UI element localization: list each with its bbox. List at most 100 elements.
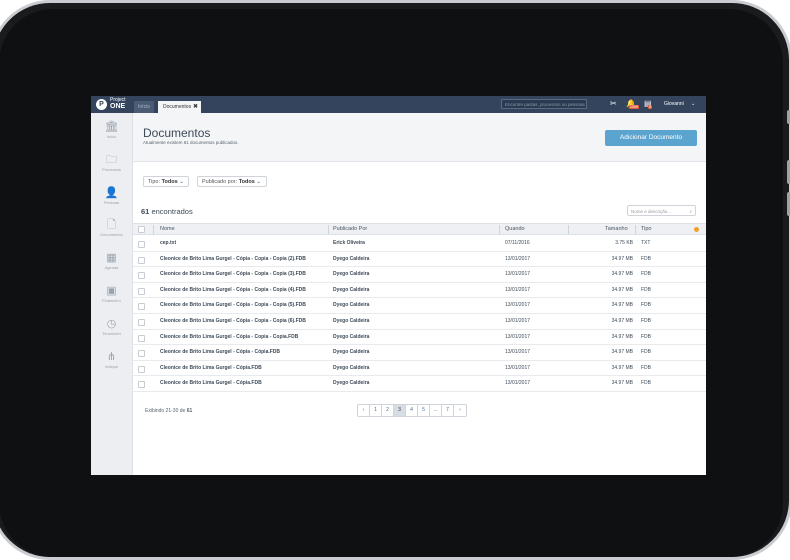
cell-name[interactable]: Cleonice de Brito Lima Gurgel - Cópia - … bbox=[160, 330, 298, 345]
cell-when: 13/01/2017 bbox=[505, 318, 531, 324]
published-by-filter-select[interactable]: Publicado por: Todos ⌄ bbox=[197, 176, 267, 187]
pagination-page-button[interactable]: 5 bbox=[418, 405, 430, 416]
sidebar-item-label: Agenda bbox=[104, 265, 119, 270]
sidebar-item-processos[interactable]: 🗀 Processos bbox=[91, 154, 132, 172]
table-row[interactable]: Cleonice de Brito Lima Gurgel - Cópia - … bbox=[133, 252, 706, 268]
cell-when: 13/01/2017 bbox=[505, 349, 531, 356]
cell-published-by: Dyego Caldeira bbox=[333, 364, 370, 371]
messages-badge: 8 bbox=[648, 105, 652, 109]
table-row[interactable]: Cleonice de Brito Lima Gurgel - Cópia - … bbox=[133, 314, 706, 330]
row-checkbox[interactable] bbox=[138, 365, 145, 373]
user-menu[interactable]: Giovanni ⌄ bbox=[664, 100, 695, 108]
cell-name[interactable]: cep.txt bbox=[160, 236, 176, 251]
sidebar-item-label: Pessoas bbox=[103, 200, 120, 205]
table-row[interactable]: Cleonice de Brito Lima Gurgel - Cópia - … bbox=[133, 283, 706, 299]
description-search-placeholder: Nome e descrição... bbox=[631, 209, 672, 214]
cell-type: FDB bbox=[641, 380, 651, 387]
pagination-prev-button[interactable]: ‹ bbox=[358, 405, 370, 416]
sidebar-item-documentos[interactable]: 🗋 Documentos bbox=[91, 219, 132, 237]
table-row[interactable]: Cleonice de Brito Lima Gurgel - Cópia.FD… bbox=[133, 361, 706, 377]
description-search-input[interactable]: Nome e descrição... ⌕ bbox=[627, 205, 696, 216]
table-row[interactable]: Cleonice de Brito Lima Gurgel - Cópia - … bbox=[133, 345, 706, 361]
cell-size: 34.97 MB bbox=[611, 318, 633, 324]
sidebar-item-indique[interactable]: ⋔ Indique bbox=[91, 351, 132, 369]
cell-name[interactable]: Cleonice de Brito Lima Gurgel - Cópia.FD… bbox=[160, 376, 262, 391]
pagination-page-button[interactable]: 4 bbox=[406, 405, 418, 416]
table-row[interactable]: cep.txt Erick Oliveira 07/11/2016 3.75 KB TX… bbox=[133, 236, 706, 252]
cell-when: 13/01/2017 bbox=[505, 255, 531, 262]
cell-published-by: Dyego Caldeira bbox=[333, 318, 370, 324]
column-header-publicado-por[interactable]: Publicado Por bbox=[333, 224, 367, 235]
share-icon: ⋔ bbox=[106, 351, 117, 363]
sidebar-item-label: Início bbox=[106, 134, 117, 139]
cell-name[interactable]: Cleonice de Brito Lima Gurgel - Cópia.FD… bbox=[160, 361, 262, 376]
cell-name[interactable]: Cleonice de Brito Lima Gurgel - Cópia - … bbox=[160, 267, 306, 282]
sidebar: 🏛 Início 🗀 Processos 👤 Pessoas 🗋 Documen… bbox=[91, 113, 133, 475]
sidebar-item-inicio[interactable]: 🏛 Início bbox=[91, 121, 132, 139]
cell-type: FDB bbox=[641, 364, 651, 371]
column-header-tipo[interactable]: Tipo bbox=[641, 224, 652, 235]
close-icon[interactable]: ✖ bbox=[193, 101, 198, 113]
row-checkbox[interactable] bbox=[138, 241, 145, 248]
pagination-next-button[interactable]: › bbox=[454, 405, 466, 416]
cell-published-by: Dyego Caldeira bbox=[333, 349, 370, 356]
cell-size: 34.97 MB bbox=[611, 286, 633, 293]
cell-name[interactable]: Cleonice de Brito Lima Gurgel - Cópia - … bbox=[160, 314, 306, 329]
sidebar-item-pessoas[interactable]: 👤 Pessoas bbox=[91, 187, 132, 205]
cell-name[interactable]: Cleonice de Brito Lima Gurgel - Cópia - … bbox=[160, 298, 306, 313]
cell-size: 34.97 MB bbox=[611, 364, 633, 371]
table-row[interactable]: Cleonice de Brito Lima Gurgel - Cópia - … bbox=[133, 330, 706, 346]
tab-home[interactable]: Início bbox=[134, 101, 154, 113]
chevron-down-icon: ⌄ bbox=[691, 101, 696, 107]
top-bar: P Project ONE Início Documentos ✖ Encont… bbox=[91, 96, 706, 113]
cell-name[interactable]: Cleonice de Brito Lima Gurgel - Cópia - … bbox=[160, 252, 306, 267]
row-checkbox[interactable] bbox=[138, 381, 145, 389]
table-row[interactable]: Cleonice de Brito Lima Gurgel - Cópia - … bbox=[133, 267, 706, 283]
add-document-button[interactable]: Adicionar Documento bbox=[605, 130, 697, 146]
logo-icon: P bbox=[96, 98, 107, 110]
sidebar-item-agenda[interactable]: ▦ Agenda bbox=[91, 252, 132, 270]
cell-size: 3.75 KB bbox=[615, 240, 633, 246]
row-checkbox[interactable] bbox=[138, 303, 145, 311]
published-by-filter-label: Publicado por: bbox=[202, 179, 238, 185]
column-header-tamanho[interactable]: Tamanho bbox=[605, 224, 628, 235]
scissors-icon[interactable]: ✂ bbox=[610, 99, 617, 109]
row-checkbox[interactable] bbox=[138, 319, 145, 326]
cell-published-by: Dyego Caldeira bbox=[333, 271, 370, 278]
pagination-page-button[interactable]: ... bbox=[430, 405, 442, 416]
cell-size: 34.97 MB bbox=[611, 349, 633, 356]
pagination-page-button[interactable]: 1 bbox=[370, 405, 382, 416]
cell-name[interactable]: Cleonice de Brito Lima Gurgel - Cópia - … bbox=[160, 345, 280, 360]
select-all-checkbox[interactable] bbox=[138, 226, 145, 233]
app-screen: P Project ONE Início Documentos ✖ Encont… bbox=[91, 96, 706, 475]
page-title: Documentos bbox=[143, 126, 211, 140]
clock-icon: ◷ bbox=[106, 318, 117, 330]
money-icon: ▣ bbox=[106, 285, 117, 297]
pagination-page-button[interactable]: 7 bbox=[442, 405, 454, 416]
row-checkbox[interactable] bbox=[138, 334, 145, 342]
sidebar-item-financeiro[interactable]: ▣ Financeiro bbox=[91, 285, 132, 303]
column-header-quando[interactable]: Quando bbox=[505, 224, 525, 235]
chevron-down-icon: ⌄ bbox=[179, 179, 184, 185]
folder-icon: 🗀 bbox=[106, 154, 117, 166]
row-checkbox[interactable] bbox=[138, 256, 145, 264]
pagination-page-button[interactable]: 3 bbox=[394, 405, 406, 416]
tab-documentos[interactable]: Documentos ✖ bbox=[158, 101, 201, 113]
row-checkbox[interactable] bbox=[138, 350, 145, 358]
type-filter-select[interactable]: Tipo: Todos ⌄ bbox=[143, 176, 189, 187]
cell-name[interactable]: Cleonice de Brito Lima Gurgel - Cópia - … bbox=[160, 283, 306, 298]
row-checkbox[interactable] bbox=[138, 287, 145, 295]
row-checkbox[interactable] bbox=[138, 272, 145, 280]
info-icon[interactable] bbox=[694, 227, 699, 232]
pagination-page-button[interactable]: 2 bbox=[382, 405, 394, 416]
documents-panel: Tipo: Todos ⌄ Publicado por: Todos ⌄ 61 … bbox=[133, 162, 706, 475]
pagination: ‹ 1 2 3 4 5... 7 › bbox=[357, 404, 467, 417]
table-row[interactable]: Cleonice de Brito Lima Gurgel - Cópia.FD… bbox=[133, 376, 706, 392]
table-row[interactable]: Cleonice de Brito Lima Gurgel - Cópia - … bbox=[133, 298, 706, 314]
app-logo[interactable]: P Project ONE bbox=[96, 98, 126, 110]
cell-type: FDB bbox=[641, 333, 651, 340]
sidebar-item-timesheet[interactable]: ◷ Timesheet bbox=[91, 318, 132, 336]
global-search-input[interactable]: Encontre pastas, processos ou pessoas bbox=[501, 99, 587, 109]
column-header-nome[interactable]: Nome bbox=[160, 224, 175, 235]
calendar-icon: ▦ bbox=[106, 252, 117, 264]
